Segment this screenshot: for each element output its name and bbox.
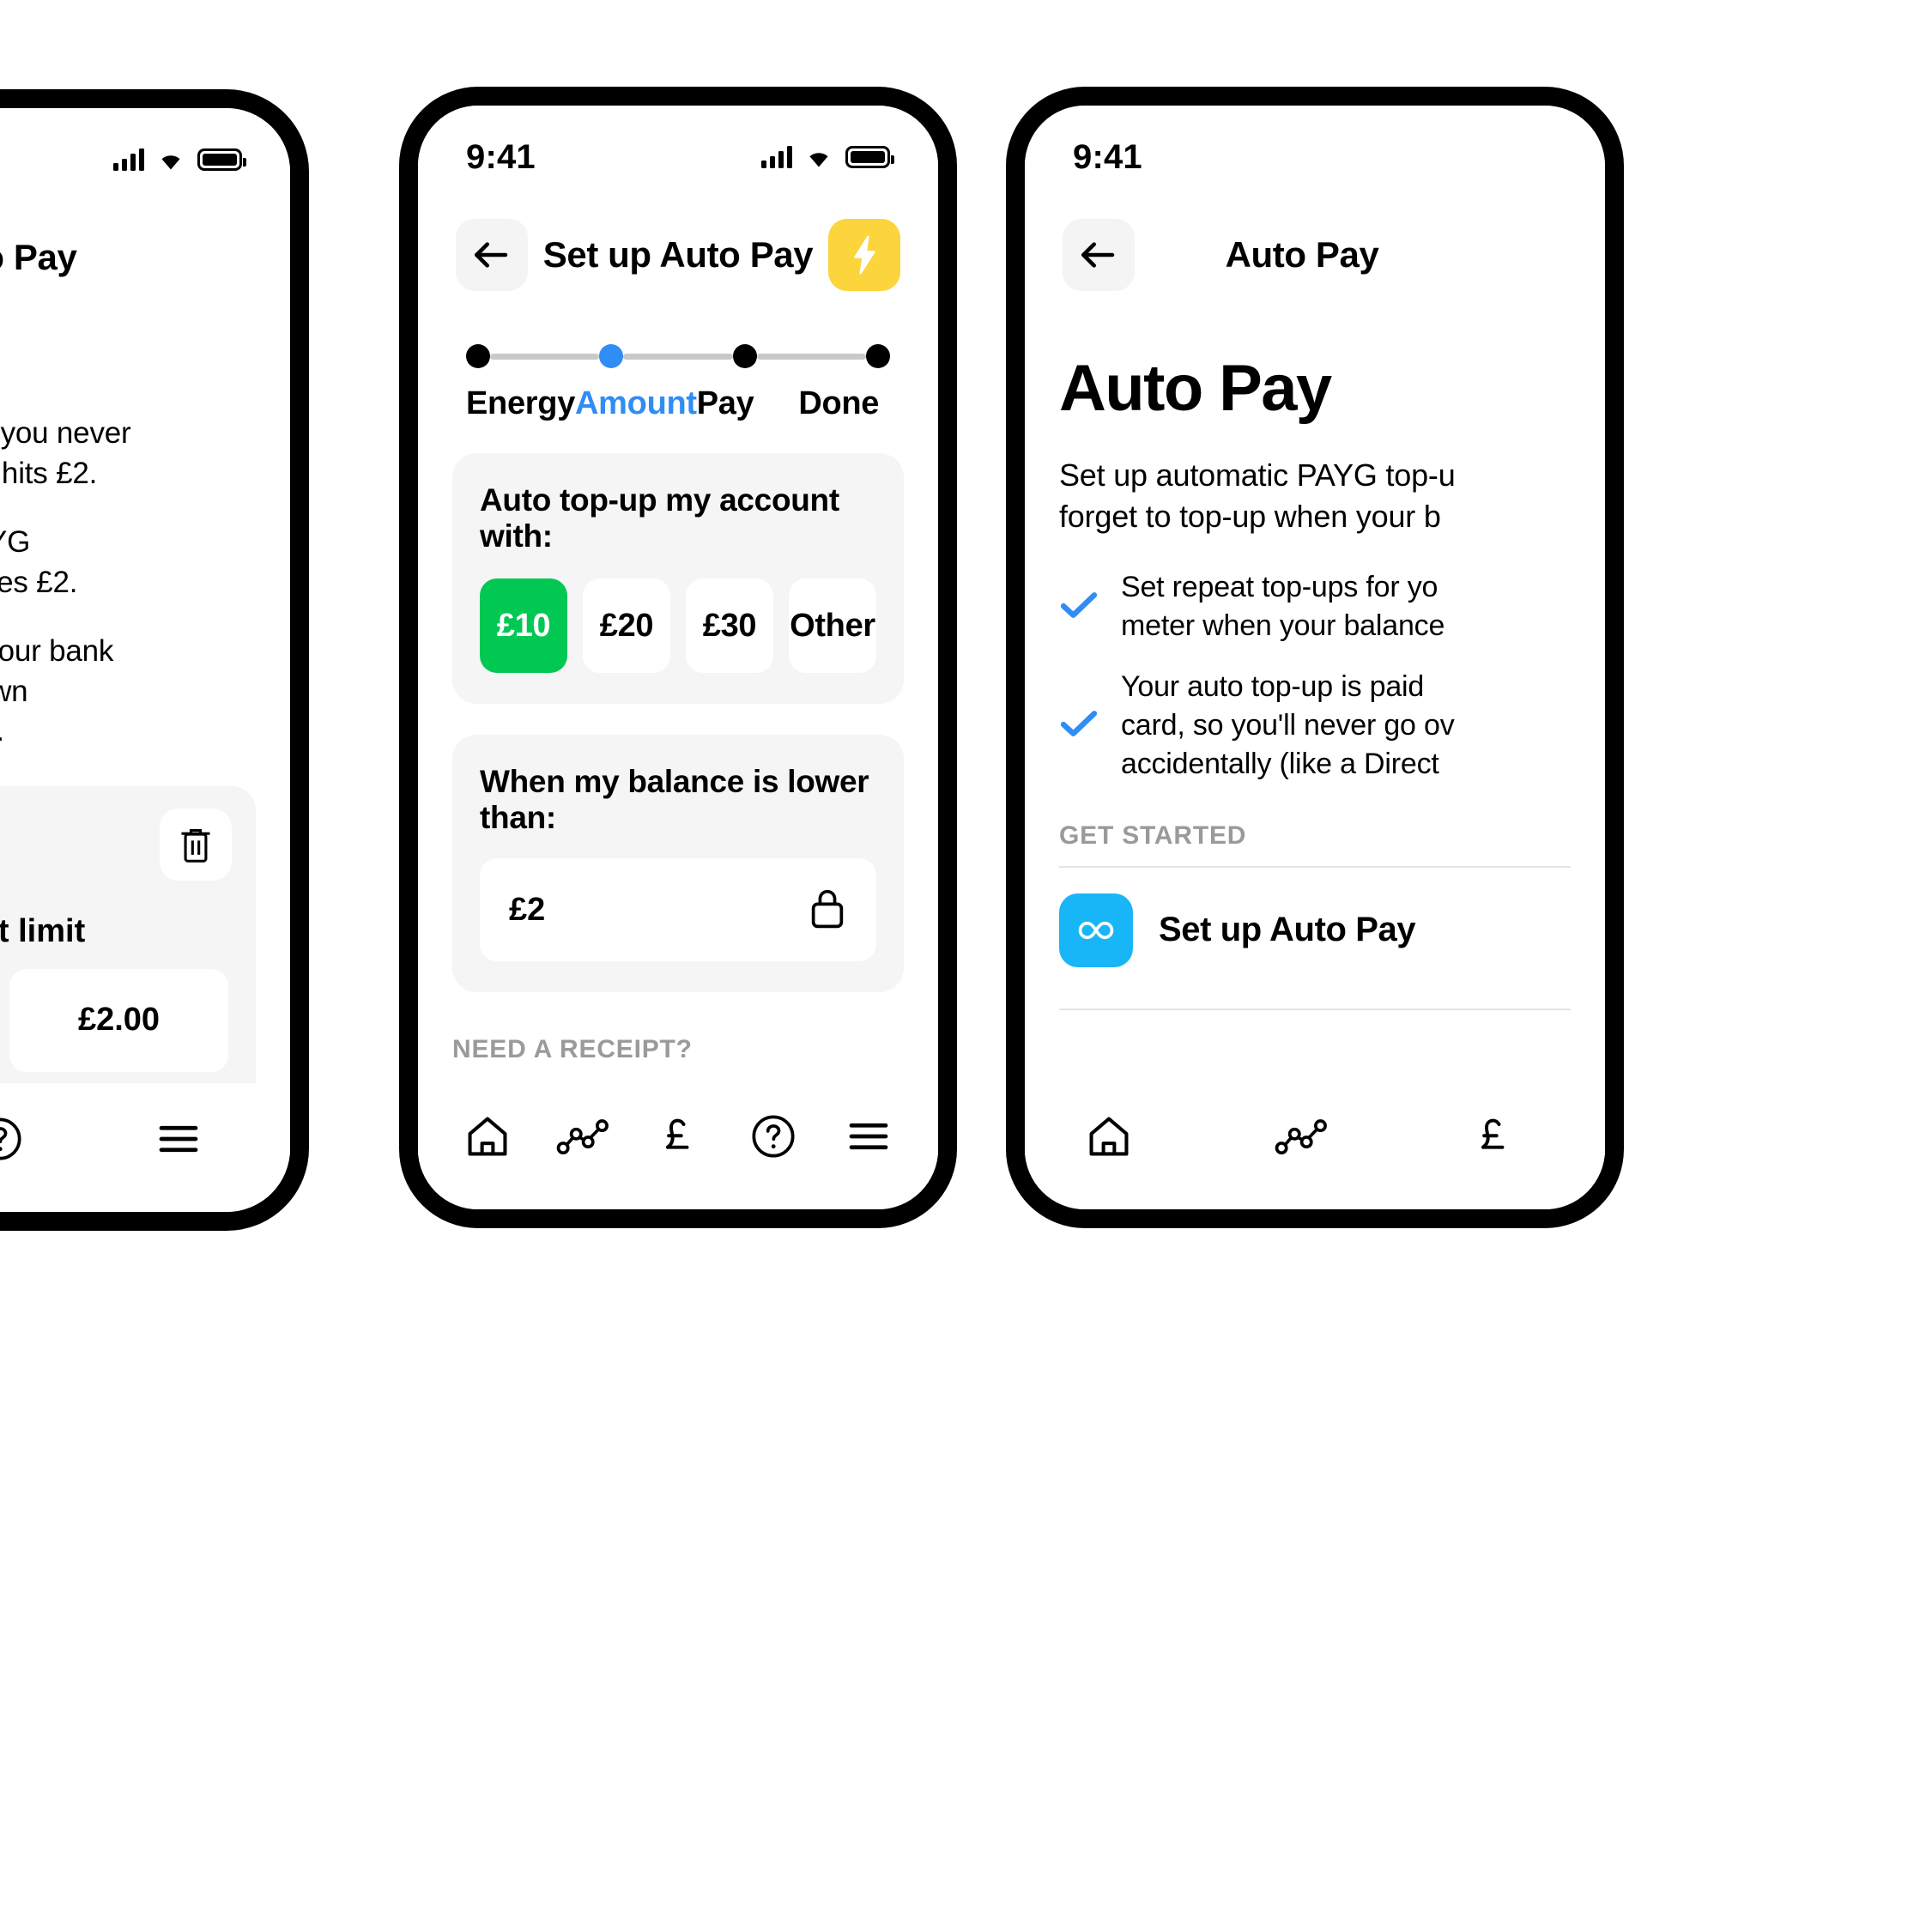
left-content: c PAYG top-ups so you never when your ba… <box>0 307 290 1106</box>
status-bar-left <box>0 108 290 187</box>
divider-bottom <box>1059 1008 1571 1010</box>
auto-pay-intro: Set up automatic PAYG top-u forget to to… <box>1059 457 1456 535</box>
get-started-label: GET STARTED <box>1059 821 1247 850</box>
tab-payments[interactable] <box>1452 1095 1535 1178</box>
back-button[interactable] <box>456 219 528 291</box>
nav-bar-left: Auto Pay <box>0 187 290 307</box>
auto-pay-heading: Auto Pay <box>1059 352 1332 425</box>
list-item: Set repeat top-ups for yo meter when you… <box>1059 568 1571 645</box>
credit-limit-label: Credit limit <box>0 912 86 949</box>
receipt-section-label: NEED A RECEIPT? <box>452 1035 693 1063</box>
tab-payments[interactable] <box>637 1095 719 1178</box>
screen-center: 9:41 Set up Auto Pay Energy Amount Pay D… <box>418 106 938 1209</box>
setup-auto-pay-label: Set up Auto Pay <box>1159 911 1416 949</box>
page-title-center: Set up Auto Pay <box>542 234 814 275</box>
stepper-track <box>466 344 890 368</box>
amount-chip-other[interactable]: Other <box>789 578 876 673</box>
balance-threshold-field[interactable]: £2 <box>480 858 876 961</box>
tab-help[interactable] <box>732 1095 815 1178</box>
status-icons <box>761 146 894 168</box>
phone-left: Auto Pay c PAYG top-ups so you never whe… <box>0 89 309 1231</box>
nav-bar-center: Set up Auto Pay <box>418 185 938 305</box>
benefits-checklist: Set repeat top-ups for yo meter when you… <box>1059 568 1571 783</box>
stepper-dot-amount[interactable] <box>599 344 624 368</box>
status-bar-center: 9:41 <box>418 106 938 185</box>
tab-menu[interactable] <box>137 1098 220 1180</box>
benefit-text-1: Set repeat top-ups for yo meter when you… <box>1121 571 1445 643</box>
topup-amount-card: Auto top-up my account with: £10 £20 £30… <box>452 453 904 704</box>
setup-auto-pay-row[interactable]: Set up Auto Pay <box>1059 868 1571 993</box>
tab-bar-right <box>1025 1081 1605 1209</box>
tab-menu[interactable] <box>827 1095 910 1178</box>
tab-usage[interactable] <box>542 1095 624 1178</box>
tab-help[interactable] <box>0 1098 41 1180</box>
credit-limit-fields: £2.00 <box>0 968 228 1072</box>
check-icon <box>1059 591 1099 624</box>
tab-home[interactable] <box>446 1095 529 1178</box>
amount-chip-20[interactable]: £20 <box>583 578 670 673</box>
cellular-signal-icon <box>113 148 144 171</box>
progress-stepper: Energy Amount Pay Done <box>418 305 938 422</box>
stepper-labels: Energy Amount Pay Done <box>466 385 890 422</box>
status-icons <box>113 148 246 171</box>
phone-right: 9:41 Auto Pay Auto Pay Set up automatic … <box>1006 87 1624 1228</box>
cellular-signal-icon <box>761 146 792 168</box>
nav-bar-right: Auto Pay <box>1025 185 1605 305</box>
screen-left: Auto Pay c PAYG top-ups so you never whe… <box>0 108 290 1212</box>
back-button[interactable] <box>1063 219 1135 291</box>
check-icon <box>1059 709 1099 742</box>
page-title-left: Auto Pay <box>0 237 77 277</box>
lightning-bolt-button[interactable] <box>827 219 900 291</box>
stepper-bar-3 <box>756 353 866 360</box>
left-paragraph-3: op-up is paid with your bank ll never go… <box>0 634 114 748</box>
screen-right: 9:41 Auto Pay Auto Pay Set up automatic … <box>1025 106 1605 1209</box>
list-item: Your auto top-up is paid card, so you'll… <box>1059 668 1571 784</box>
balance-card-title: When my balance is lower than: <box>480 764 869 835</box>
credit-limit-value[interactable]: £2.00 <box>9 968 228 1072</box>
stepper-bar-2 <box>623 353 733 360</box>
amount-chip-10[interactable]: £10 <box>480 578 567 673</box>
topup-card-title: Auto top-up my account with: <box>480 482 839 554</box>
stepper-bar-1 <box>490 353 600 360</box>
topup-amount-options: £10 £20 £30 Other <box>480 578 876 673</box>
screenshot-stage: Auto Pay c PAYG top-ups so you never whe… <box>0 0 1932 1932</box>
tab-bar-center <box>418 1081 938 1209</box>
tab-bar-left <box>0 1083 290 1212</box>
left-paragraph-2: op-ups for your PAYG your balance reache… <box>0 525 78 599</box>
wifi-icon <box>156 148 185 171</box>
stepper-dot-energy[interactable] <box>466 344 490 368</box>
balance-threshold-value: £2 <box>509 891 546 928</box>
benefit-text-2: Your auto top-up is paid card, so you'll… <box>1121 670 1455 780</box>
balance-threshold-card: When my balance is lower than: £2 <box>452 735 904 992</box>
page-title-right: Auto Pay <box>1225 234 1379 275</box>
tab-usage[interactable] <box>1260 1095 1342 1178</box>
battery-icon <box>197 148 246 171</box>
wifi-icon <box>804 146 833 168</box>
amount-chip-30[interactable]: £30 <box>686 578 773 673</box>
stepper-dot-pay[interactable] <box>732 344 757 368</box>
left-paragraph-1: c PAYG top-ups so you never when your ba… <box>0 416 131 490</box>
lock-icon <box>808 886 847 935</box>
stepper-label-done: Done <box>798 385 880 421</box>
status-bar-right: 9:41 <box>1025 106 1605 185</box>
stepper-label-amount: Amount <box>575 385 697 421</box>
status-time: 9:41 <box>466 137 536 176</box>
infinity-icon <box>1059 893 1133 967</box>
stepper-dot-done[interactable] <box>865 344 890 368</box>
battery-icon <box>845 146 894 168</box>
stepper-label-energy: Energy <box>466 385 576 421</box>
lightning-bolt-icon <box>854 235 875 275</box>
right-content: Auto Pay Set up automatic PAYG top-u for… <box>1025 351 1605 1010</box>
status-time: 9:41 <box>1073 137 1142 176</box>
credit-limit-card: Credit limit £2.00 <box>0 785 256 1106</box>
stepper-label-pay: Pay <box>696 385 754 421</box>
delete-button[interactable] <box>160 808 232 881</box>
phone-center: 9:41 Set up Auto Pay Energy Amount Pay D… <box>399 87 957 1228</box>
tab-home[interactable] <box>1068 1095 1150 1178</box>
